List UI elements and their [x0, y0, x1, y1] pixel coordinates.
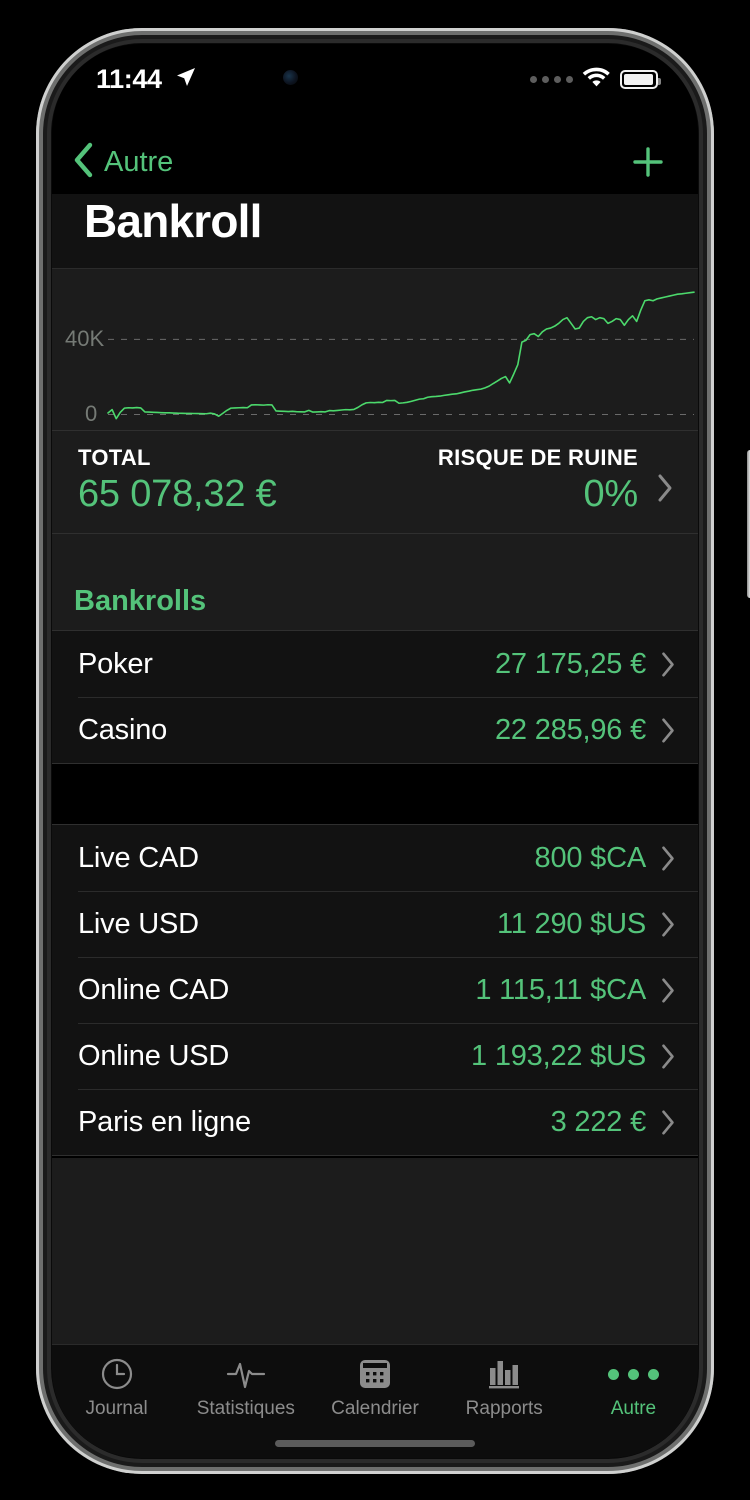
- navigation-bar: Autre: [52, 136, 698, 196]
- status-time: 11:44: [96, 64, 162, 94]
- back-button-label: Autre: [104, 145, 174, 178]
- tab-label: Journal: [85, 1398, 148, 1419]
- tab-journal[interactable]: Journal: [52, 1345, 181, 1458]
- clock-icon: [100, 1357, 134, 1391]
- tab-autre[interactable]: Autre: [569, 1345, 698, 1458]
- ellipsis-icon: [607, 1368, 659, 1380]
- chart-plot: [52, 269, 698, 430]
- risk-of-ruin-label: RISQUE DE RUINE: [437, 445, 638, 470]
- account-row[interactable]: Live CAD 800 $CA: [52, 825, 698, 891]
- phone-screen: 11:44 Autre Bankroll 40K 0 TOTAL 65 078,…: [52, 44, 698, 1458]
- bankroll-row[interactable]: Poker 27 175,25 €: [52, 631, 698, 697]
- wifi-icon: [582, 66, 611, 93]
- bankroll-label: Casino: [78, 713, 168, 746]
- home-indicator[interactable]: [275, 1440, 475, 1447]
- chart-ytick-0: 0: [85, 401, 98, 427]
- section-title: Bankrolls: [74, 585, 207, 617]
- risk-of-ruin-value: 0%: [583, 473, 638, 515]
- bankroll-value: 27 175,25 €: [495, 647, 646, 680]
- account-label: Live CAD: [78, 841, 199, 874]
- chevron-left-icon: [72, 142, 94, 183]
- status-indicators: [530, 66, 661, 93]
- content-filler: [52, 1158, 698, 1344]
- accounts-list: Live CAD 800 $CA Live USD 11 290 $US Online …: [52, 824, 698, 1156]
- bankroll-row[interactable]: Casino 22 285,96 €: [52, 697, 698, 763]
- account-row[interactable]: Paris en ligne 3 222 €: [52, 1089, 698, 1155]
- tab-label: Autre: [610, 1398, 657, 1419]
- account-label: Live USD: [78, 907, 199, 940]
- back-button[interactable]: Autre: [72, 136, 173, 188]
- chevron-right-icon: [660, 1109, 676, 1136]
- account-row[interactable]: Live USD 11 290 $US: [52, 891, 698, 957]
- bankroll-value: 22 285,96 €: [495, 713, 646, 746]
- account-row[interactable]: Online CAD 1 115,11 $CA: [52, 957, 698, 1023]
- section-header: Bankrolls: [52, 534, 698, 630]
- add-button[interactable]: [626, 140, 670, 184]
- account-label: Paris en ligne: [78, 1105, 251, 1138]
- account-label: Online USD: [78, 1039, 230, 1072]
- account-value: 11 290 $US: [496, 907, 646, 940]
- cellular-dots-icon: [530, 76, 573, 83]
- chevron-right-icon: [660, 1043, 676, 1070]
- account-value: 3 222 €: [550, 1105, 647, 1138]
- total-value: 65 078,32 €: [78, 473, 277, 515]
- account-value: 800 $CA: [534, 841, 647, 874]
- tab-label: Rapports: [465, 1398, 543, 1419]
- chevron-right-icon: [656, 473, 674, 508]
- battery-full-icon: [620, 70, 661, 89]
- tab-label: Calendrier: [331, 1398, 419, 1419]
- notch: [249, 44, 501, 112]
- ellipsis-icon: [607, 1357, 659, 1391]
- pulse-icon: [226, 1357, 266, 1391]
- bankrolls-list: Poker 27 175,25 € Casino 22 285,96 €: [52, 630, 698, 764]
- calendar-icon: [358, 1357, 392, 1391]
- bankroll-label: Poker: [78, 647, 153, 680]
- plus-icon: [633, 147, 663, 177]
- chevron-right-icon: [660, 977, 676, 1004]
- chevron-right-icon: [660, 911, 676, 938]
- bankroll-chart[interactable]: 40K 0: [52, 268, 698, 430]
- chevron-right-icon: [660, 845, 676, 872]
- bar-chart-icon: [486, 1357, 522, 1391]
- chart-line-series: [108, 292, 694, 418]
- chart-ytick-40k: 40K: [65, 325, 105, 351]
- chevron-right-icon: [660, 651, 676, 678]
- location-arrow-icon: [174, 65, 198, 94]
- account-value: 1 115,11 $CA: [475, 973, 646, 1006]
- account-label: Online CAD: [78, 973, 230, 1006]
- account-row[interactable]: Online USD 1 193,22 $US: [52, 1023, 698, 1089]
- chevron-right-icon: [660, 717, 676, 744]
- title-area: Bankroll: [52, 194, 698, 268]
- summary-row[interactable]: TOTAL 65 078,32 € RISQUE DE RUINE 0%: [52, 430, 698, 534]
- total-label: TOTAL: [78, 445, 151, 470]
- front-camera: [283, 70, 298, 85]
- account-value: 1 193,22 $US: [471, 1039, 646, 1072]
- page-title: Bankroll: [84, 195, 262, 247]
- tab-label: Statistiques: [196, 1398, 295, 1419]
